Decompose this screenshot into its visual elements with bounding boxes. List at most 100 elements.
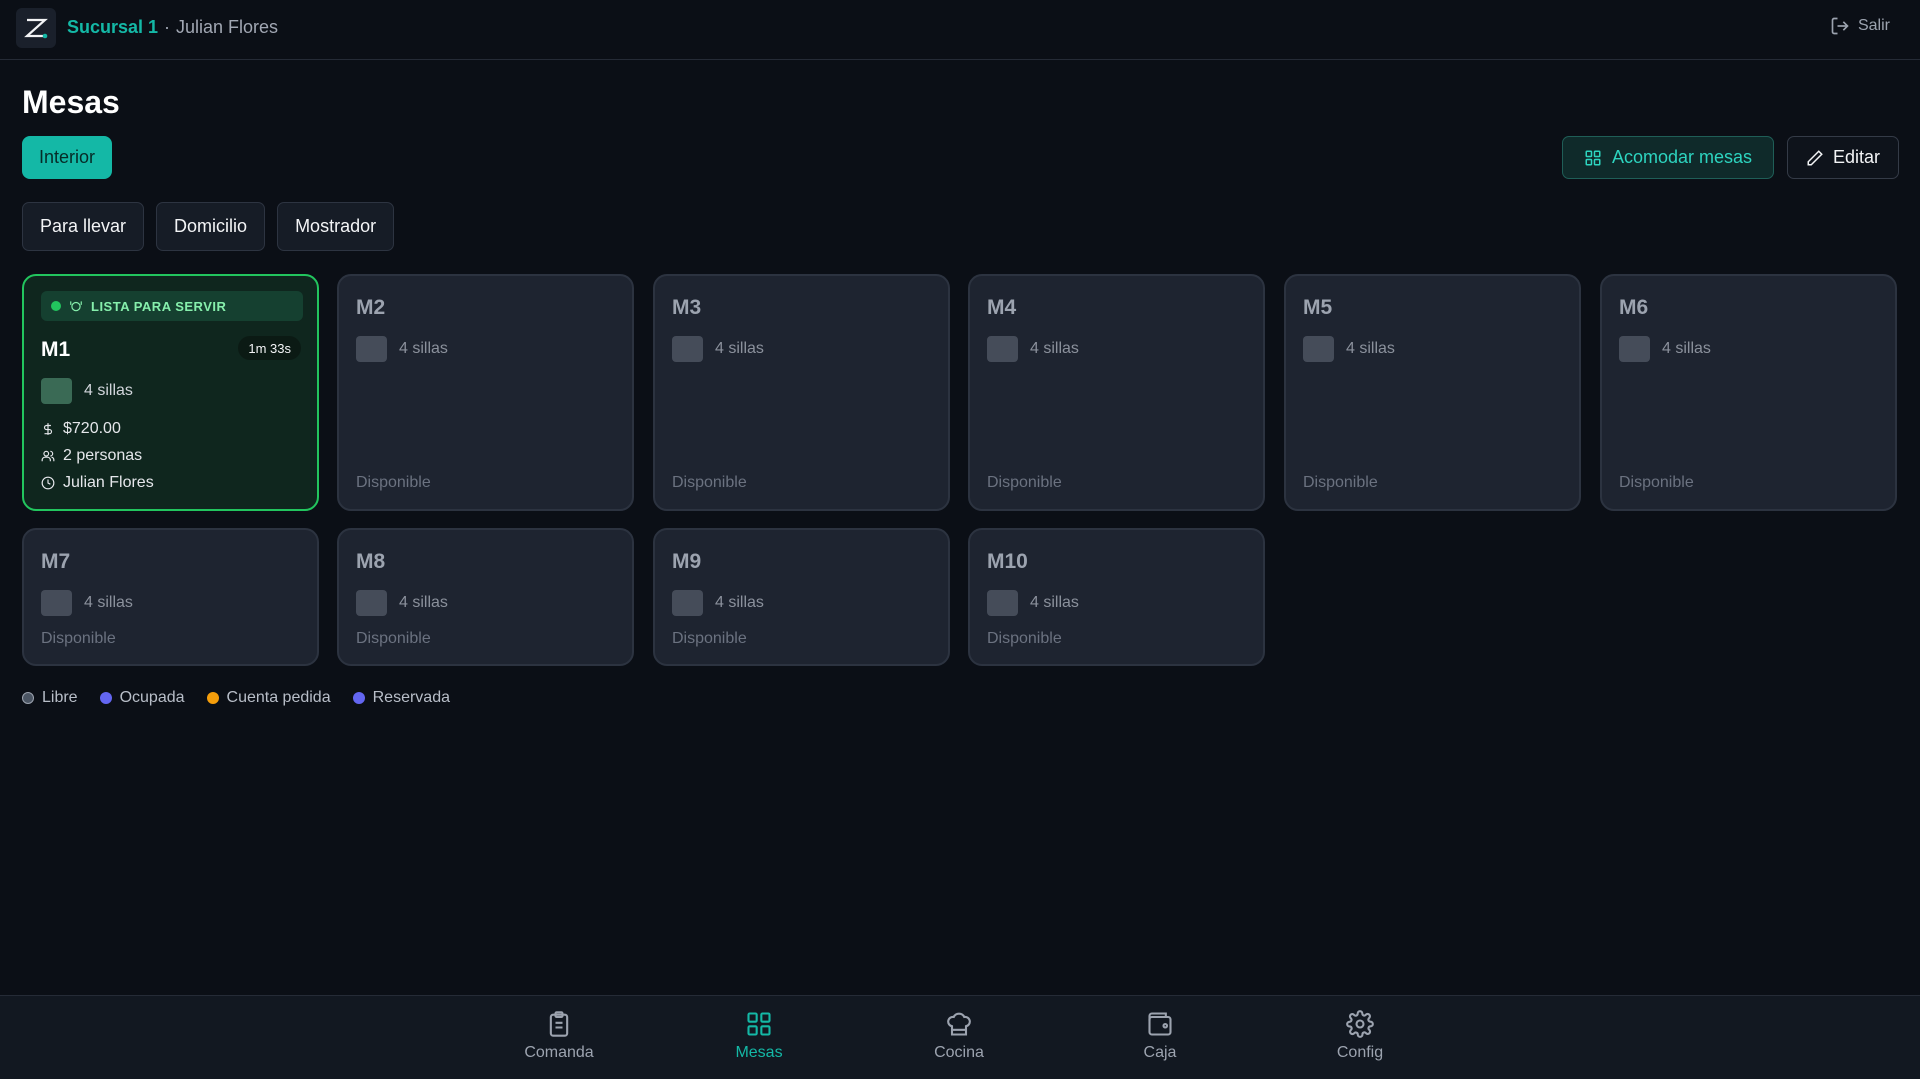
people-count: 2 personas bbox=[63, 447, 143, 464]
table-chairs: 4 sillas bbox=[1619, 336, 1711, 362]
user-name: Julian Flores bbox=[176, 17, 279, 37]
table-card-m6[interactable]: M6 4 sillas Disponible bbox=[1600, 274, 1897, 511]
chairs-label: 4 sillas bbox=[84, 382, 133, 399]
legend-item-libre: Libre bbox=[22, 689, 78, 707]
grid-icon bbox=[747, 1012, 771, 1036]
table-card-m1[interactable]: LISTA PARA SERVIR M1 1m 33s 4 sillas $72… bbox=[22, 274, 319, 511]
pencil-icon bbox=[1807, 149, 1823, 165]
dish-icon bbox=[70, 301, 82, 312]
grid-icon bbox=[1585, 150, 1601, 165]
edit-label: Editar bbox=[1832, 147, 1881, 167]
chairs-label: 4 sillas bbox=[1030, 340, 1079, 357]
chairs-label: 4 sillas bbox=[1030, 594, 1079, 611]
chairs-label: 4 sillas bbox=[399, 340, 448, 357]
table-shape-icon bbox=[987, 336, 1018, 362]
table-shape-icon bbox=[41, 378, 72, 404]
logout-label: Salir bbox=[1857, 17, 1890, 34]
table-card-m3[interactable]: M3 4 sillas Disponible bbox=[653, 274, 950, 511]
legend-dot bbox=[22, 692, 34, 704]
table-card-m2[interactable]: M2 4 sillas Disponible bbox=[337, 274, 634, 511]
chairs-label: 4 sillas bbox=[715, 340, 764, 357]
table-name: M8 bbox=[356, 550, 386, 573]
mode-para-llevar-button[interactable]: Para llevar bbox=[22, 202, 145, 251]
nav-item-comanda[interactable]: Comanda bbox=[499, 1010, 619, 1062]
table-card-m7[interactable]: M7 4 sillas Disponible bbox=[22, 528, 319, 666]
status-legend: Libre Ocupada Cuenta pedida Reservada bbox=[22, 689, 450, 707]
nav-item-caja[interactable]: Caja bbox=[1100, 1010, 1220, 1062]
arrange-tables-button[interactable]: Acomodar mesas bbox=[1562, 136, 1774, 179]
dollar-icon bbox=[43, 423, 53, 435]
table-status: Disponible bbox=[672, 630, 747, 647]
branch-name: Sucursal 1 bbox=[67, 17, 159, 37]
table-card-m4[interactable]: M4 4 sillas Disponible bbox=[968, 274, 1265, 511]
table-card-m10[interactable]: M10 4 sillas Disponible bbox=[968, 528, 1265, 666]
logout-icon bbox=[1831, 17, 1849, 35]
chairs-label: 4 sillas bbox=[1662, 340, 1711, 357]
table-name: M5 bbox=[1303, 296, 1333, 319]
table-shape-icon bbox=[1303, 336, 1334, 362]
table-shape-icon bbox=[987, 590, 1018, 616]
nav-item-mesas[interactable]: Mesas bbox=[699, 1010, 819, 1062]
table-chairs: 4 sillas bbox=[41, 378, 133, 404]
table-name: M9 bbox=[672, 550, 702, 573]
table-people: 2 personas bbox=[41, 447, 142, 465]
table-shape-icon bbox=[1619, 336, 1650, 362]
waiter-name: Julian Flores bbox=[63, 474, 154, 491]
table-chairs: 4 sillas bbox=[356, 590, 448, 616]
table-name: M3 bbox=[672, 296, 702, 319]
nav-item-cocina[interactable]: Cocina bbox=[899, 1010, 1019, 1062]
bottom-navigation: Comanda Mesas Cocina Caja Config bbox=[0, 995, 1920, 1079]
table-card-m9[interactable]: M9 4 sillas Disponible bbox=[653, 528, 950, 666]
logout-button[interactable]: Salir bbox=[1830, 16, 1890, 36]
table-shape-icon bbox=[356, 590, 387, 616]
table-status: Disponible bbox=[1619, 474, 1694, 491]
total-amount: $720.00 bbox=[63, 420, 121, 437]
table-chairs: 4 sillas bbox=[672, 336, 764, 362]
table-name: M1 bbox=[41, 338, 71, 361]
chairs-label: 4 sillas bbox=[399, 594, 448, 611]
table-status: Disponible bbox=[672, 474, 747, 491]
header-separator: · bbox=[164, 17, 170, 37]
legend-dot bbox=[352, 692, 365, 704]
nav-label: Config bbox=[1336, 1044, 1384, 1061]
table-card-m5[interactable]: M5 4 sillas Disponible bbox=[1284, 274, 1581, 511]
table-name: M2 bbox=[356, 296, 386, 319]
table-card-m8[interactable]: M8 4 sillas Disponible bbox=[337, 528, 634, 666]
table-status: Disponible bbox=[1303, 474, 1378, 491]
chairs-label: 4 sillas bbox=[84, 594, 133, 611]
page-title: Mesas bbox=[22, 84, 120, 120]
edit-button[interactable]: Editar bbox=[1787, 136, 1899, 179]
nav-item-config[interactable]: Config bbox=[1300, 1010, 1420, 1062]
table-shape-icon bbox=[672, 590, 703, 616]
mode-mostrador-button[interactable]: Mostrador bbox=[277, 202, 395, 251]
table-name: M4 bbox=[987, 296, 1017, 319]
table-name: M7 bbox=[41, 550, 71, 573]
table-status: Disponible bbox=[987, 474, 1062, 491]
nav-label: Comanda bbox=[524, 1044, 594, 1061]
table-chairs: 4 sillas bbox=[987, 590, 1079, 616]
users-icon bbox=[41, 450, 55, 462]
nav-label: Cocina bbox=[934, 1044, 984, 1061]
table-shape-icon bbox=[41, 590, 72, 616]
table-status: Disponible bbox=[356, 630, 431, 647]
table-chairs: 4 sillas bbox=[356, 336, 448, 362]
wallet-icon bbox=[1148, 1012, 1172, 1036]
table-status: Disponible bbox=[356, 474, 431, 491]
gear-icon bbox=[1346, 1010, 1374, 1038]
chef-hat-icon bbox=[947, 1012, 971, 1036]
banner-label: LISTA PARA SERVIR bbox=[91, 298, 227, 314]
ready-to-serve-banner: LISTA PARA SERVIR bbox=[41, 291, 303, 321]
app-logo bbox=[16, 8, 56, 48]
legend-item-reservada: Reservada bbox=[352, 689, 450, 707]
nav-label: Mesas bbox=[735, 1044, 783, 1061]
clock-icon bbox=[41, 476, 55, 490]
table-waiter: Julian Flores bbox=[41, 474, 154, 492]
table-chairs: 4 sillas bbox=[987, 336, 1079, 362]
zone-tab-interior[interactable]: Interior bbox=[22, 136, 113, 179]
occupancy-timer: 1m 33s bbox=[238, 336, 301, 360]
order-mode-buttons: Para llevar Domicilio Mostrador bbox=[22, 202, 395, 251]
legend-label: Ocupada bbox=[119, 689, 185, 706]
ready-status-dot bbox=[51, 301, 61, 311]
mode-domicilio-button[interactable]: Domicilio bbox=[156, 202, 266, 251]
table-total: $720.00 bbox=[41, 420, 121, 438]
